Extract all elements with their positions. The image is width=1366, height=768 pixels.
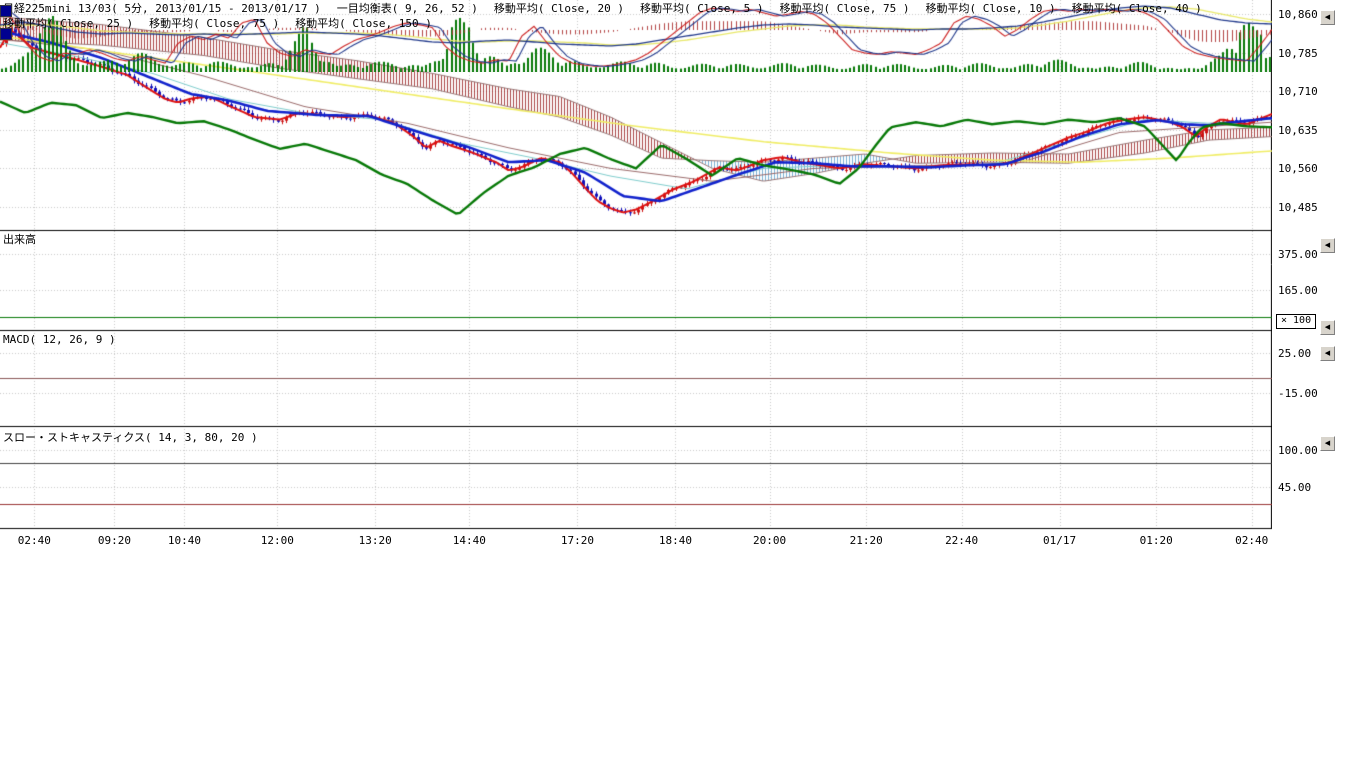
y-axis-label: 10,485 [1278,201,1318,214]
legend-item: 移動平均( Close, 20 ) [494,2,624,15]
y-axis-label: -15.00 [1278,387,1318,400]
time-axis-label: 12:00 [261,534,294,547]
time-axis-label: 13:20 [359,534,392,547]
legend-item: 移動平均( Close, 40 ) [1072,2,1202,15]
legend-row-1: 日経225mini 13/03( 5分, 2013/01/15 - 2013/0… [3,2,1202,15]
chart-application-window: 日経225mini 13/03( 5分, 2013/01/15 - 2013/0… [0,0,1366,768]
y-axis-label: 10,860 [1278,8,1318,21]
panel-scale-arrow-button[interactable]: ◀ [1320,238,1335,253]
time-axis-label: 14:40 [453,534,486,547]
time-axis-label: 10:40 [168,534,201,547]
time-axis-label: 21:20 [850,534,883,547]
panel-scale-arrow-button[interactable]: ◀ [1320,10,1335,25]
legend-marker-icon [0,28,12,40]
volume-multiplier-box[interactable]: × 100 [1276,314,1316,329]
y-axis-label: 10,560 [1278,162,1318,175]
y-axis-label: 10,785 [1278,47,1318,60]
y-axis-label: 165.00 [1278,284,1318,297]
time-axis-label: 01:20 [1140,534,1173,547]
time-axis-label: 01/17 [1043,534,1076,547]
stoch-panel-label: スロー・ストキャスティクス( 14, 3, 80, 20 ) [3,429,258,445]
y-axis-label: 10,635 [1278,124,1318,137]
y-axis-label: 100.00 [1278,444,1318,457]
legend-item: 移動平均( Close, 75 ) [149,17,279,30]
time-axis-label: 02:40 [1235,534,1268,547]
macd-panel-label: MACD( 12, 26, 9 ) [3,333,116,346]
legend-item: 移動平均( Close, 10 ) [926,2,1056,15]
y-axis-label: 10,710 [1278,85,1318,98]
legend-item: 移動平均( Close, 75 ) [779,2,909,15]
time-axis-label: 02:40 [18,534,51,547]
time-axis-label: 18:40 [659,534,692,547]
y-axis-label: 45.00 [1278,481,1311,494]
volume-panel-label: 出来高 [3,231,36,247]
legend-item: 移動平均( Close, 25 ) [3,17,133,30]
legend-item: 一目均衡表( 9, 26, 52 ) [337,2,478,15]
panel-scale-arrow-button[interactable]: ◀ [1320,320,1335,335]
legend-row-2: 移動平均( Close, 25 ) 移動平均( Close, 75 ) 移動平均( … [3,17,432,30]
y-axis-label: 25.00 [1278,347,1311,360]
legend-item: 日経225mini 13/03( 5分, 2013/01/15 - 2013/0… [3,2,321,15]
panel-scale-arrow-button[interactable]: ◀ [1320,436,1335,451]
time-axis-label: 22:40 [945,534,978,547]
time-axis-label: 20:00 [753,534,786,547]
legend-marker-icon [0,5,12,17]
legend-item: 移動平均( Close, 5 ) [640,2,763,15]
legend-item: 移動平均( Close, 150 ) [295,17,432,30]
y-axis-label: 375.00 [1278,248,1318,261]
panel-scale-arrow-button[interactable]: ◀ [1320,346,1335,361]
time-axis-label: 17:20 [561,534,594,547]
time-axis-label: 09:20 [98,534,131,547]
